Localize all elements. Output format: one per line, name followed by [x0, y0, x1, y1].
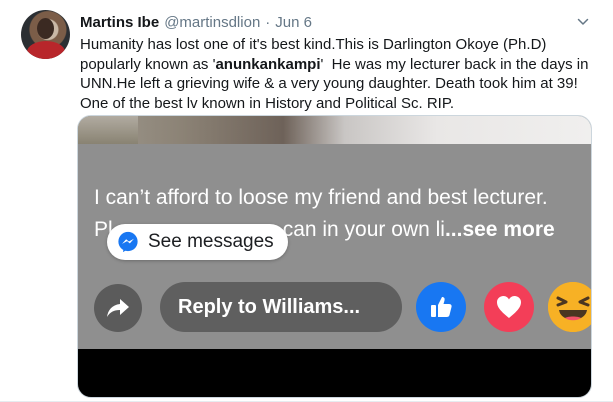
tweet-date[interactable]: Jun 6 — [275, 14, 312, 31]
see-messages-label: See messages — [148, 231, 274, 252]
tweet-text-bold: anunkankampi — [215, 55, 321, 73]
tweet-header: Martins Ibe @martinsdlion · Jun 6 — [80, 12, 312, 32]
reply-label: Reply to Williams... — [178, 295, 361, 318]
reply-input[interactable]: Reply to Williams... — [160, 282, 402, 332]
like-reaction-button[interactable] — [416, 282, 466, 332]
see-messages-button[interactable]: See messages — [107, 224, 288, 260]
header-separator: · — [265, 13, 271, 31]
message-line-2-end: can in your own li — [282, 218, 445, 241]
share-button[interactable] — [94, 284, 142, 332]
photo-strip — [78, 116, 591, 146]
love-reaction-button[interactable] — [484, 282, 534, 332]
haha-reaction-button[interactable] — [548, 282, 591, 332]
chevron-down-icon[interactable] — [577, 16, 589, 28]
photo-shade — [78, 116, 138, 146]
media-attachment[interactable]: I can’t afford to loose my friend and be… — [77, 115, 592, 398]
avatar-shirt — [27, 41, 65, 59]
messenger-icon — [118, 231, 138, 253]
message-line-1: I can’t afford to loose my friend and be… — [94, 186, 548, 209]
share-arrow-icon — [107, 299, 129, 317]
like-thumb-icon — [431, 297, 452, 317]
author-handle[interactable]: @martinsdlion — [164, 14, 260, 31]
video-bottom-bar — [78, 349, 591, 397]
reply-row: Reply to Williams... — [78, 276, 591, 340]
avatar-face — [37, 18, 54, 39]
author-name[interactable]: Martins Ibe — [80, 14, 159, 31]
avatar[interactable] — [21, 10, 70, 59]
tweet-card[interactable]: Martins Ibe @martinsdlion · Jun 6 Humani… — [0, 0, 613, 402]
love-heart-icon — [497, 296, 521, 318]
haha-emoji-icon — [548, 282, 591, 332]
tweet-text: Humanity has lost one of it's best kind.… — [80, 35, 600, 113]
see-more-link[interactable]: ...see more — [445, 218, 555, 241]
